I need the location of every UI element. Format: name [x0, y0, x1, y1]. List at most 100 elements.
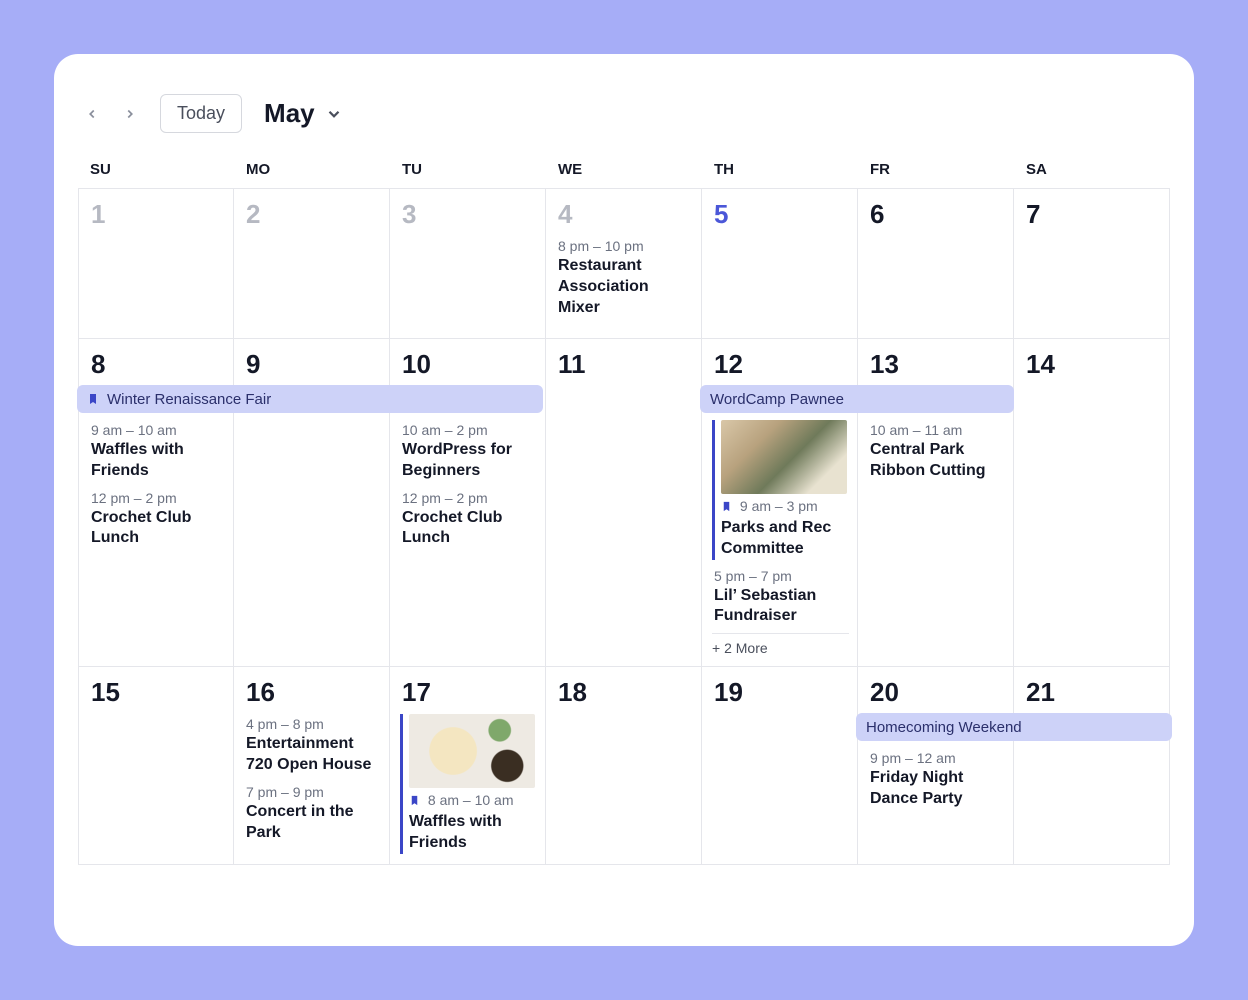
day-cell[interactable]: 11	[546, 339, 702, 667]
event-title: Central Park Ribbon Cutting	[870, 440, 1003, 482]
nav-arrows	[78, 100, 144, 128]
event-title: Concert in the Park	[246, 802, 379, 844]
day-number: 8	[89, 349, 225, 380]
event-time: 7 pm – 9 pm	[246, 784, 379, 800]
day-cell[interactable]: 16 4 pm – 8 pm Entertainment 720 Open Ho…	[234, 667, 390, 865]
day-cell[interactable]: 12 WordCamp Pawnee 9 am – 3 pm Parks and…	[702, 339, 858, 667]
today-button[interactable]: Today	[160, 94, 242, 133]
day-number: 7	[1024, 199, 1161, 230]
event[interactable]: 5 pm – 7 pm Lil’ Sebastian Fundraiser	[712, 568, 849, 628]
day-number: 14	[1024, 349, 1161, 380]
dow-sa: SA	[1014, 161, 1170, 178]
day-number: 20	[868, 677, 1005, 708]
month-picker[interactable]: May	[264, 98, 343, 129]
calendar-card: Today May SU MO TU WE TH FR SA 1 2 3 4 8…	[54, 54, 1194, 946]
more-events-link[interactable]: + 2 More	[712, 633, 849, 656]
day-number: 11	[556, 349, 693, 380]
event-title: Crochet Club Lunch	[402, 508, 535, 550]
event-title: Lil’ Sebastian Fundraiser	[714, 586, 847, 628]
dow-su: SU	[78, 161, 234, 178]
event-thumbnail	[409, 714, 535, 788]
event-time: 12 pm – 2 pm	[402, 490, 535, 506]
event[interactable]: 10 am – 11 am Central Park Ribbon Cuttin…	[868, 422, 1005, 482]
multiday-event[interactable]: WordCamp Pawnee	[700, 385, 1014, 413]
event-time: 10 am – 2 pm	[402, 422, 535, 438]
day-of-week-header: SU MO TU WE TH FR SA	[54, 161, 1194, 188]
event-title: Crochet Club Lunch	[91, 508, 223, 550]
event[interactable]: 9 am – 3 pm Parks and Rec Committee	[712, 420, 849, 560]
day-number: 16	[244, 677, 381, 708]
event-time: 9 am – 3 pm	[721, 498, 847, 516]
day-number: 1	[89, 199, 225, 230]
event-title: Parks and Rec Committee	[721, 518, 847, 560]
dow-tu: TU	[390, 161, 546, 178]
event-title: Waffles with Friends	[409, 812, 535, 854]
day-cell[interactable]: 17 8 am – 10 am Waffles with Friends	[390, 667, 546, 865]
event[interactable]: 12 pm – 2 pm Crochet Club Lunch	[400, 490, 537, 550]
event[interactable]: 9 am – 10 am Waffles with Friends	[89, 422, 225, 482]
day-number: 3	[400, 199, 537, 230]
day-cell[interactable]: 1	[78, 189, 234, 339]
event-time: 9 am – 10 am	[91, 422, 223, 438]
event-title: Friday Night Dance Party	[870, 768, 1003, 810]
event-time: 8 am – 10 am	[409, 792, 535, 810]
dow-th: TH	[702, 161, 858, 178]
day-number: 15	[89, 677, 225, 708]
event[interactable]: 4 pm – 8 pm Entertainment 720 Open House	[244, 716, 381, 776]
event[interactable]: 8 pm – 10 pm Restaurant Association Mixe…	[556, 238, 693, 318]
multiday-event-title: Homecoming Weekend	[866, 719, 1022, 736]
day-cell[interactable]: 8 Winter Renaissance Fair 9 am – 10 am W…	[78, 339, 234, 667]
day-number: 6	[868, 199, 1005, 230]
event[interactable]: 10 am – 2 pm WordPress for Beginners	[400, 422, 537, 482]
event-time: 9 pm – 12 am	[870, 750, 1003, 766]
day-cell[interactable]: 20 Homecoming Weekend 9 pm – 12 am Frida…	[858, 667, 1014, 865]
next-month-button[interactable]	[116, 100, 144, 128]
event-time: 4 pm – 8 pm	[246, 716, 379, 732]
event[interactable]: 9 pm – 12 am Friday Night Dance Party	[868, 750, 1005, 810]
day-cell[interactable]: 6	[858, 189, 1014, 339]
day-cell[interactable]: 7	[1014, 189, 1170, 339]
prev-month-button[interactable]	[78, 100, 106, 128]
multiday-event[interactable]: Homecoming Weekend	[856, 713, 1172, 741]
day-cell[interactable]: 15	[78, 667, 234, 865]
day-number: 12	[712, 349, 849, 380]
bookmark-icon	[409, 794, 420, 810]
event-title: Restaurant Association Mixer	[558, 256, 691, 318]
day-cell[interactable]: 3	[390, 189, 546, 339]
dow-we: WE	[546, 161, 702, 178]
day-number: 5	[712, 199, 849, 230]
event-time: 10 am – 11 am	[870, 422, 1003, 438]
day-cell[interactable]: 18	[546, 667, 702, 865]
calendar-grid: 1 2 3 4 8 pm – 10 pm Restaurant Associat…	[78, 188, 1170, 865]
event-title: WordPress for Beginners	[402, 440, 535, 482]
day-number: 9	[244, 349, 381, 380]
day-number: 2	[244, 199, 381, 230]
event-time: 5 pm – 7 pm	[714, 568, 847, 584]
multiday-event-title: WordCamp Pawnee	[710, 391, 844, 408]
chevron-right-icon	[123, 105, 137, 123]
day-cell[interactable]: 14	[1014, 339, 1170, 667]
calendar-toolbar: Today May	[54, 82, 1194, 161]
day-number: 17	[400, 677, 537, 708]
event[interactable]: 8 am – 10 am Waffles with Friends	[400, 714, 537, 854]
event-time: 12 pm – 2 pm	[91, 490, 223, 506]
day-cell[interactable]: 4 8 pm – 10 pm Restaurant Association Mi…	[546, 189, 702, 339]
day-number: 4	[556, 199, 693, 230]
multiday-event-title: Winter Renaissance Fair	[107, 391, 271, 408]
dow-mo: MO	[234, 161, 390, 178]
day-number: 10	[400, 349, 537, 380]
day-cell[interactable]: 21	[1014, 667, 1170, 865]
day-number: 18	[556, 677, 693, 708]
chevron-left-icon	[85, 105, 99, 123]
bookmark-icon	[87, 392, 99, 406]
event[interactable]: 12 pm – 2 pm Crochet Club Lunch	[89, 490, 225, 550]
event-title: Entertainment 720 Open House	[246, 734, 379, 776]
multiday-event[interactable]: Winter Renaissance Fair	[77, 385, 543, 413]
event-thumbnail	[721, 420, 847, 494]
event[interactable]: 7 pm – 9 pm Concert in the Park	[244, 784, 381, 844]
day-cell[interactable]: 19	[702, 667, 858, 865]
event-time: 8 pm – 10 pm	[558, 238, 691, 254]
day-cell[interactable]: 5	[702, 189, 858, 339]
day-cell[interactable]: 2	[234, 189, 390, 339]
month-label: May	[264, 98, 315, 129]
